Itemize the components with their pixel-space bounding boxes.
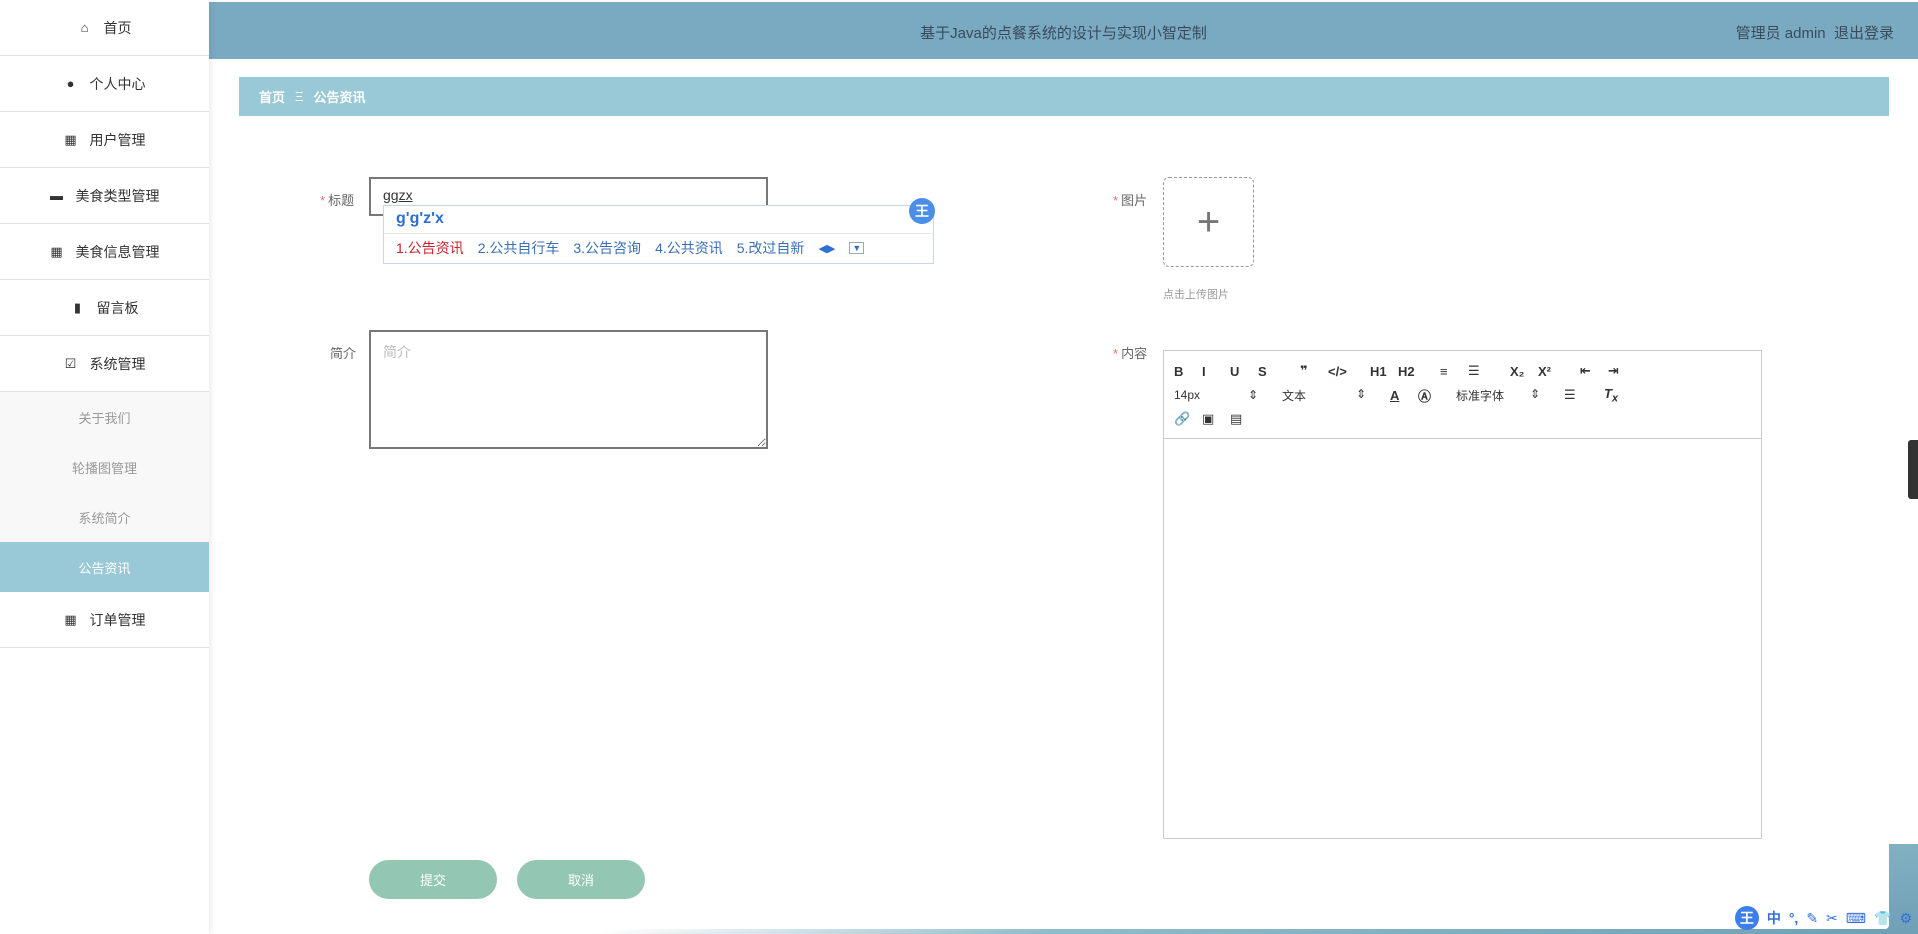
home-icon: ⌂ (80, 19, 89, 35)
title-label: * 标题 (320, 193, 355, 208)
top-header: 基于Java的点餐系统的设计与实现小智定制 管理员 admin 退出登录 (209, 2, 1918, 59)
handwriting-icon[interactable]: ✎ (1806, 910, 1818, 927)
label: 首页 (103, 19, 132, 36)
subscript-icon[interactable]: X₂ (1510, 364, 1538, 379)
keyboard-icon[interactable]: ⌨ (1846, 910, 1866, 927)
sidebar-item-home[interactable]: ⌂ 首页 (0, 0, 209, 56)
sidebar-item-users[interactable]: ▦ 用户管理 (0, 112, 209, 168)
ime-candidate[interactable]: 1.公告资讯 (396, 238, 464, 258)
ime-logo[interactable]: 王 (1734, 906, 1759, 930)
sidebar-item-system[interactable]: ☑ 系统管理 (0, 336, 209, 392)
ime-candidate[interactable]: 2.公共自行车 (478, 238, 560, 258)
scissors-icon[interactable]: ✂ (1826, 910, 1838, 927)
sidebar-item-messages[interactable]: ▮ 留言板 (0, 280, 209, 336)
plus-icon: + (1196, 199, 1221, 244)
sidebar: ⌂ 首页 ● 个人中心 ▦ 用户管理 ▬ 美食类型管理 ▦ 美食信息管理 ▮ 留言板 ☑ 系统… (0, 0, 209, 934)
label: 留言板 (96, 299, 139, 316)
app-title: 基于Java的点餐系统的设计与实现小智定制 (920, 25, 1207, 42)
ime-logo: 王 (909, 198, 935, 224)
grid-icon: ▦ (50, 243, 63, 259)
editor-content-area[interactable] (1164, 439, 1761, 838)
submenu-announcements[interactable]: 公告资讯 (0, 542, 209, 592)
label: 美食信息管理 (75, 243, 160, 260)
submenu-intro[interactable]: 系统简介 (0, 492, 209, 542)
skin-icon[interactable]: 👕 (1874, 910, 1891, 927)
submenu-carousel[interactable]: 轮播图管理 (0, 442, 209, 492)
editor-toolbar: B I U S ❞ </> H1 H2 ≡ ☰ X₂ X² ⇤ ⇥ 14px ⇕ 文本 ⇕ A Ⓐ 标准字… (1164, 351, 1761, 439)
font-size-select[interactable]: 14px ⇕ (1174, 388, 1282, 402)
align-icon[interactable]: ☰ (1564, 387, 1592, 403)
settings-icon[interactable]: ⚙ (1899, 910, 1912, 927)
ime-mode-toggle[interactable]: 中 (1767, 908, 1781, 928)
quote-icon[interactable]: ❞ (1300, 363, 1328, 379)
intro-label: 简介 (330, 346, 357, 361)
content-label: * 内容 (1113, 346, 1148, 361)
sidebar-item-food-types[interactable]: ▬ 美食类型管理 (0, 168, 209, 224)
user-icon: ● (66, 75, 75, 91)
clipboard-check-icon: ☑ (64, 355, 77, 371)
superscript-icon[interactable]: X² (1538, 364, 1566, 379)
label: 个人中心 (89, 75, 146, 92)
punctuation-icon[interactable]: °, (1789, 910, 1799, 926)
link-icon[interactable]: 🔗 (1174, 411, 1202, 427)
breadcrumb: 首页 Ξ 公告资讯 (239, 77, 1889, 116)
logout-link[interactable]: 退出登录 (1834, 25, 1894, 42)
image-label: * 图片 (1113, 193, 1148, 208)
ime-candidate[interactable]: 5.改过自新 (737, 238, 805, 258)
code-icon[interactable]: </> (1328, 364, 1356, 379)
clear-format-icon[interactable]: Tx (1604, 386, 1632, 405)
upload-hint: 点击上传图片 (1163, 289, 1229, 301)
breadcrumb-separator: Ξ (295, 89, 304, 104)
breadcrumb-home[interactable]: 首页 (259, 87, 285, 106)
ime-pinyin: g'g'z'x (384, 206, 933, 234)
sidebar-item-orders[interactable]: ▦ 订单管理 (0, 592, 209, 648)
label: 美食类型管理 (75, 187, 160, 204)
sidebar-item-food-info[interactable]: ▦ 美食信息管理 (0, 224, 209, 280)
indent-icon[interactable]: ⇥ (1608, 363, 1636, 379)
cancel-button[interactable]: 取消 (517, 860, 645, 899)
sidebar-item-profile[interactable]: ● 个人中心 (0, 56, 209, 112)
h1-icon[interactable]: H1 (1370, 364, 1398, 379)
ime-candidate[interactable]: 4.公共资讯 (655, 238, 723, 258)
block-format-select[interactable]: 文本 ⇕ (1282, 387, 1390, 404)
label: 订单管理 (89, 611, 146, 628)
ime-expand-icon[interactable]: ▼ (849, 242, 865, 254)
submit-button[interactable]: 提交 (369, 860, 497, 899)
submenu-about[interactable]: 关于我们 (0, 392, 209, 442)
font-family-select[interactable]: 标准字体 ⇕ (1456, 387, 1564, 404)
ordered-list-icon[interactable]: ≡ (1440, 364, 1468, 379)
strikethrough-icon[interactable]: S (1258, 364, 1286, 379)
monitor-icon: ▬ (50, 187, 63, 203)
breadcrumb-current: 公告资讯 (313, 90, 366, 105)
background-color-icon[interactable]: Ⓐ (1418, 386, 1446, 405)
image-upload[interactable]: + (1163, 177, 1254, 267)
label: 系统管理 (89, 355, 146, 372)
ime-page-arrows-icon[interactable]: ◀▶ (818, 242, 835, 255)
image-icon[interactable]: ▣ (1202, 411, 1230, 427)
bullet-list-icon[interactable]: ☰ (1468, 363, 1496, 379)
ime-candidate-popup: g'g'z'x 1.公告资讯 2.公共自行车 3.公告咨询 4.公共资讯 5.改… (383, 198, 935, 264)
current-user: 管理员 admin (1735, 25, 1826, 42)
rich-text-editor: B I U S ❞ </> H1 H2 ≡ ☰ X₂ X² ⇤ ⇥ 14px ⇕ 文本 ⇕ A Ⓐ 标准字… (1163, 350, 1762, 839)
underline-icon[interactable]: U (1230, 364, 1258, 379)
ime-candidate[interactable]: 3.公告咨询 (573, 238, 641, 258)
grid-icon: ▦ (64, 611, 77, 627)
ime-toolbar: 王 中 °, ✎ ✂ ⌨ 👕 ⚙ (1734, 906, 1912, 930)
book-icon: ▮ (73, 299, 82, 315)
label: 用户管理 (89, 131, 146, 148)
italic-icon[interactable]: I (1202, 364, 1230, 379)
video-icon[interactable]: ▤ (1230, 411, 1258, 427)
side-widget-handle[interactable] (1908, 440, 1918, 499)
outdent-icon[interactable]: ⇤ (1580, 363, 1608, 379)
intro-textarea[interactable] (369, 330, 768, 449)
grid-icon: ▦ (64, 131, 77, 147)
bold-icon[interactable]: B (1174, 364, 1202, 379)
font-color-icon[interactable]: A (1390, 388, 1418, 403)
h2-icon[interactable]: H2 (1398, 364, 1426, 379)
